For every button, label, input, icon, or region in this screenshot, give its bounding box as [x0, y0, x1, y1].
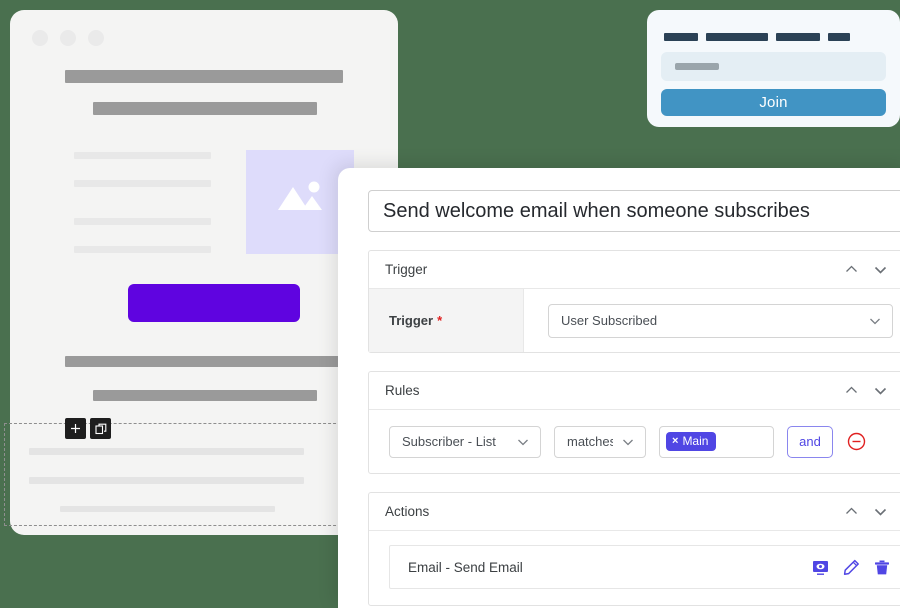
block-line-1	[29, 448, 304, 455]
rule-operator-value: matches a	[567, 434, 613, 449]
nav-bar-3	[776, 33, 820, 41]
text-line-4	[74, 246, 211, 253]
minus-circle-icon[interactable]	[846, 432, 866, 452]
nav-bar-1	[664, 33, 698, 41]
maximize-dot[interactable]	[88, 30, 104, 46]
rule-value-tags-input[interactable]: × Main	[659, 425, 774, 458]
move-down-icon[interactable]	[873, 262, 888, 277]
rules-section: Rules Subscriber - List matches × Main a…	[368, 371, 900, 474]
action-row[interactable]: Email - Send Email	[389, 545, 900, 589]
actions-section: Actions Email - Send Email	[368, 492, 900, 606]
section-subheading-bar	[93, 390, 317, 401]
signup-nav-bars	[664, 33, 850, 41]
move-down-icon[interactable]	[873, 383, 888, 398]
trigger-section-tools	[844, 262, 900, 277]
trigger-select[interactable]: User Subscribed	[548, 303, 893, 338]
action-row-icons	[812, 559, 890, 576]
required-marker: *	[437, 313, 443, 328]
rules-section-header: Rules	[369, 372, 900, 410]
rule-field-value: Subscriber - List	[402, 434, 496, 449]
chevron-down-icon	[516, 435, 530, 449]
block-line-2	[29, 477, 304, 484]
conjunction-toggle[interactable]: and	[787, 425, 833, 458]
trigger-section: Trigger Trigger * User Subscribed	[368, 250, 900, 353]
minimize-dot[interactable]	[60, 30, 76, 46]
actions-body: Email - Send Email	[369, 531, 900, 605]
actions-section-header: Actions	[369, 493, 900, 531]
block-toolbar	[65, 418, 111, 439]
text-line-1	[74, 152, 211, 159]
plus-icon[interactable]	[65, 418, 86, 439]
actions-section-tools	[844, 504, 900, 519]
rule-operator-select[interactable]: matches a	[554, 425, 646, 458]
tag-label: Main	[682, 434, 709, 448]
close-dot[interactable]	[32, 30, 48, 46]
heading-placeholder-bar	[65, 70, 343, 83]
duplicate-icon[interactable]	[90, 418, 111, 439]
move-up-icon[interactable]	[844, 262, 859, 277]
subheading-placeholder-bar	[93, 102, 317, 115]
rules-section-tools	[844, 383, 900, 398]
chevron-down-icon	[621, 435, 635, 449]
block-line-3	[60, 506, 275, 512]
trigger-select-value: User Subscribed	[561, 313, 658, 328]
move-up-icon[interactable]	[844, 383, 859, 398]
rules-section-title: Rules	[385, 383, 420, 398]
tag-main[interactable]: × Main	[666, 432, 717, 451]
actions-section-title: Actions	[385, 504, 430, 519]
action-label: Email - Send Email	[408, 559, 523, 575]
edit-icon[interactable]	[843, 559, 860, 576]
nav-bar-4	[828, 33, 850, 41]
move-up-icon[interactable]	[844, 504, 859, 519]
email-placeholder	[675, 63, 719, 70]
nav-bar-2	[706, 33, 768, 41]
trigger-section-header: Trigger	[369, 251, 900, 289]
selected-block-region[interactable]	[4, 423, 356, 526]
window-traffic-lights	[32, 30, 104, 46]
delete-icon[interactable]	[874, 559, 890, 576]
trigger-section-title: Trigger	[385, 262, 428, 277]
cta-button-placeholder[interactable]	[128, 284, 300, 322]
email-field[interactable]	[661, 52, 886, 81]
preview-icon[interactable]	[812, 559, 829, 576]
text-line-3	[74, 218, 211, 225]
trigger-body: Trigger * User Subscribed	[369, 289, 900, 352]
signup-form-card: Join	[647, 10, 900, 127]
rules-body: Subscriber - List matches a × Main and	[369, 410, 900, 473]
automation-title-input[interactable]: Send welcome email when someone subscrib…	[368, 190, 900, 232]
chevron-down-icon	[868, 314, 882, 328]
section-heading-bar	[65, 356, 343, 367]
text-line-2	[74, 180, 211, 187]
trigger-label-text: Trigger	[389, 313, 434, 328]
move-down-icon[interactable]	[873, 504, 888, 519]
join-button[interactable]: Join	[661, 89, 886, 116]
automation-editor-panel: Send welcome email when someone subscrib…	[338, 168, 900, 608]
trigger-field-label: Trigger *	[369, 289, 524, 352]
tag-remove-icon[interactable]: ×	[672, 435, 678, 447]
rule-field-select[interactable]: Subscriber - List	[389, 425, 541, 458]
trigger-field-cell: User Subscribed	[524, 289, 900, 352]
